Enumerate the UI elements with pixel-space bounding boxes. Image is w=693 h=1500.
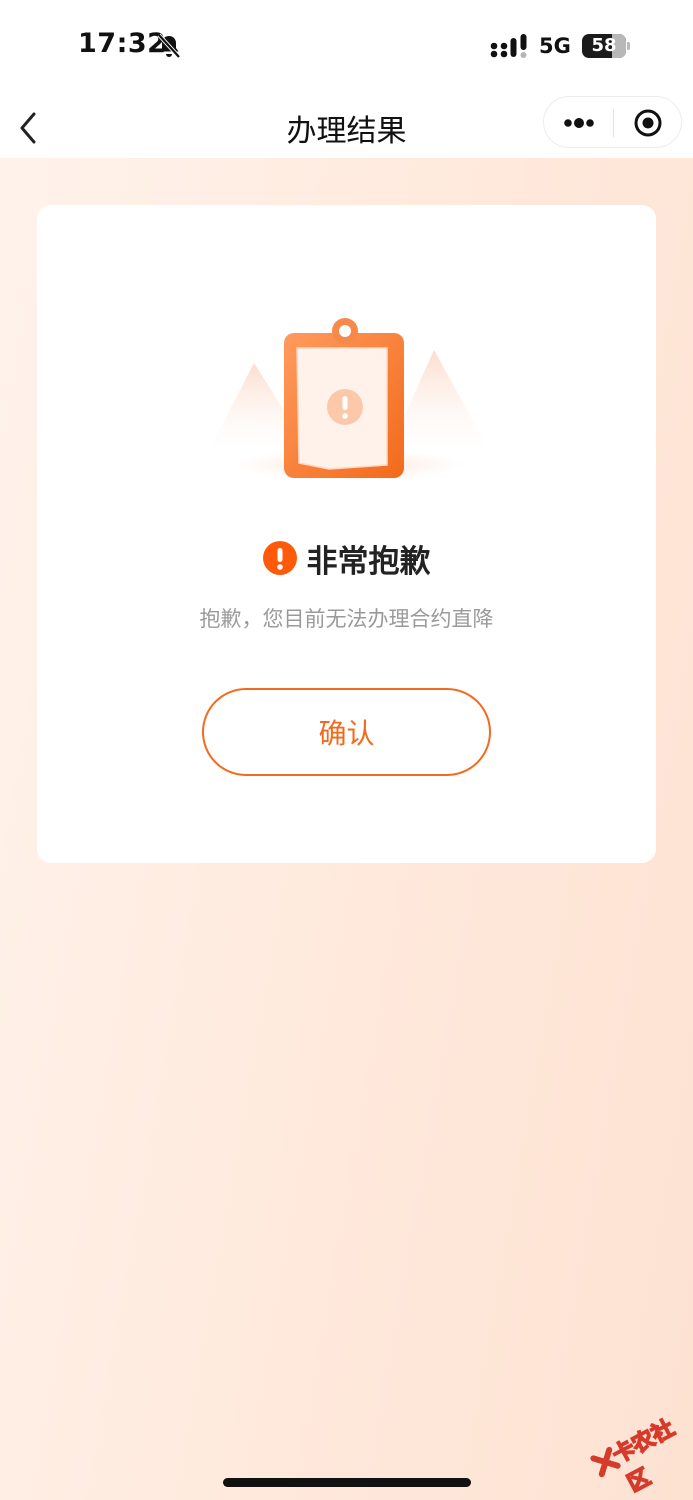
confirm-button[interactable]: 确认 <box>202 688 491 776</box>
nav-bar: 办理结果 <box>0 96 693 158</box>
watermark-logo: 卡农社区 <box>579 1391 693 1500</box>
battery-icon: 58 <box>582 34 630 58</box>
warning-icon <box>262 541 297 575</box>
more-dots-icon <box>564 118 594 128</box>
result-title: 非常抱歉 <box>306 543 431 580</box>
watermark-text: 卡农社区 <box>608 1415 680 1498</box>
network-type: 5G <box>539 34 571 58</box>
result-description: 抱歉，您目前无法办理合约直降 <box>199 607 494 631</box>
home-indicator[interactable] <box>223 1478 471 1487</box>
mini-program-capsule <box>543 96 682 148</box>
signal-icon <box>490 34 527 58</box>
more-button[interactable] <box>544 97 613 149</box>
clipboard-warning-illustration <box>209 318 489 481</box>
result-heading: 非常抱歉 <box>37 537 656 580</box>
status-bar: 17:32 5G 58 <box>0 0 693 96</box>
result-card: 非常抱歉 抱歉，您目前无法办理合约直降 确认 <box>37 205 656 863</box>
bell-mute-icon <box>157 33 181 59</box>
close-circle-icon <box>634 109 662 137</box>
battery-level: 58 <box>591 35 617 56</box>
close-button[interactable] <box>614 97 683 149</box>
status-time: 17:32 <box>78 28 167 59</box>
